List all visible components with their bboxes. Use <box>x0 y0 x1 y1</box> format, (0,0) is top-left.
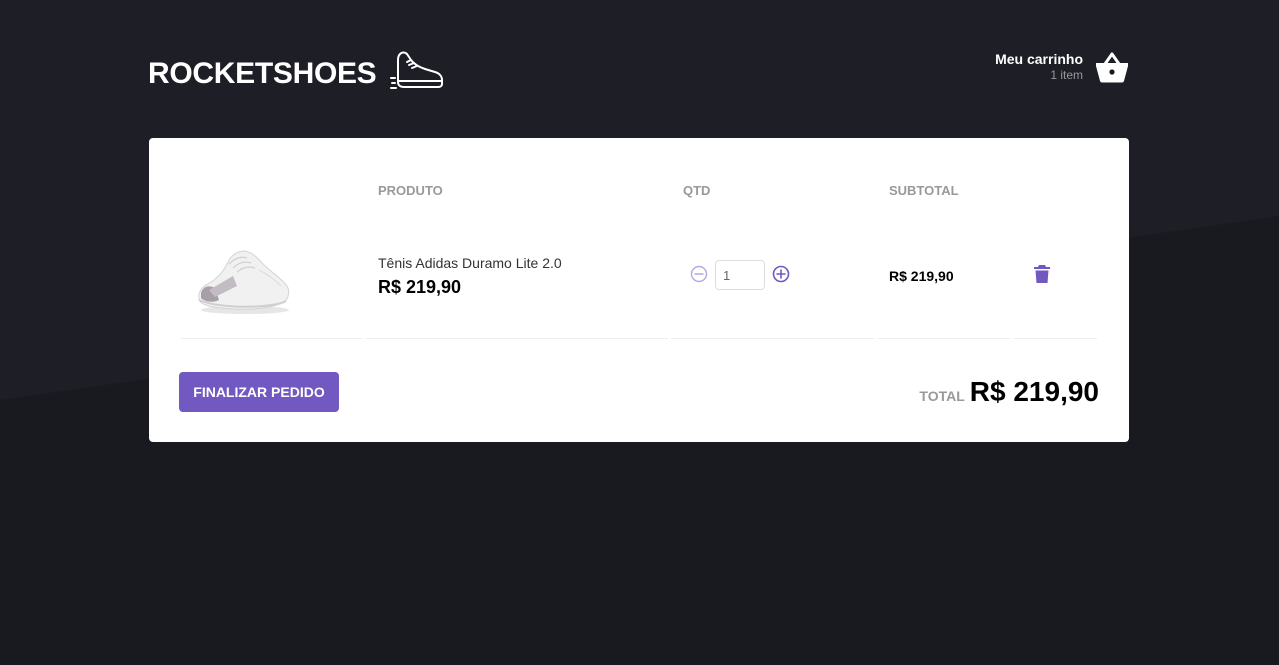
trash-icon <box>1034 265 1050 283</box>
brand-name: ROCKETSHOES <box>148 57 377 90</box>
total-block: TOTAL R$ 219,90 <box>919 374 1099 410</box>
basket-icon <box>1096 52 1128 82</box>
row-divider <box>1014 338 1097 339</box>
decrement-button[interactable] <box>690 265 708 283</box>
quantity-input[interactable] <box>715 260 765 290</box>
row-divider <box>366 338 668 339</box>
row-divider <box>877 338 1011 339</box>
cart-container: PRODUTO QTD SUBTOTAL Tênis Adidas Duramo… <box>149 138 1129 442</box>
minus-circle-icon <box>690 265 708 283</box>
header-subtotal: SUBTOTAL <box>889 183 959 198</box>
header-qty: QTD <box>683 183 711 198</box>
cart-link[interactable]: Meu carrinho 1 item <box>995 50 1129 83</box>
increment-button[interactable] <box>772 265 790 283</box>
delete-item-button[interactable] <box>1033 264 1051 284</box>
total-label: TOTAL <box>919 388 965 404</box>
row-subtotal: R$ 219,90 <box>889 268 954 284</box>
row-divider <box>671 338 874 339</box>
sneaker-image <box>198 250 290 314</box>
row-divider <box>181 338 363 339</box>
cart-count: 1 item <box>1050 68 1083 82</box>
total-value: R$ 219,90 <box>969 376 1099 407</box>
checkout-button[interactable]: FINALIZAR PEDIDO <box>179 372 339 412</box>
product-title: Tênis Adidas Duramo Lite 2.0 <box>378 255 562 271</box>
cart-title: Meu carrinho <box>995 51 1083 67</box>
logo-link[interactable]: ROCKETSHOES <box>148 46 444 99</box>
plus-circle-icon <box>772 265 790 283</box>
header-product: PRODUTO <box>378 183 443 198</box>
cart-summary: Meu carrinho 1 item <box>995 50 1083 83</box>
site-header: ROCKETSHOES Meu carrinho 1 item <box>148 46 1129 96</box>
product-price: R$ 219,90 <box>378 277 462 297</box>
running-shoe-icon <box>390 51 444 89</box>
